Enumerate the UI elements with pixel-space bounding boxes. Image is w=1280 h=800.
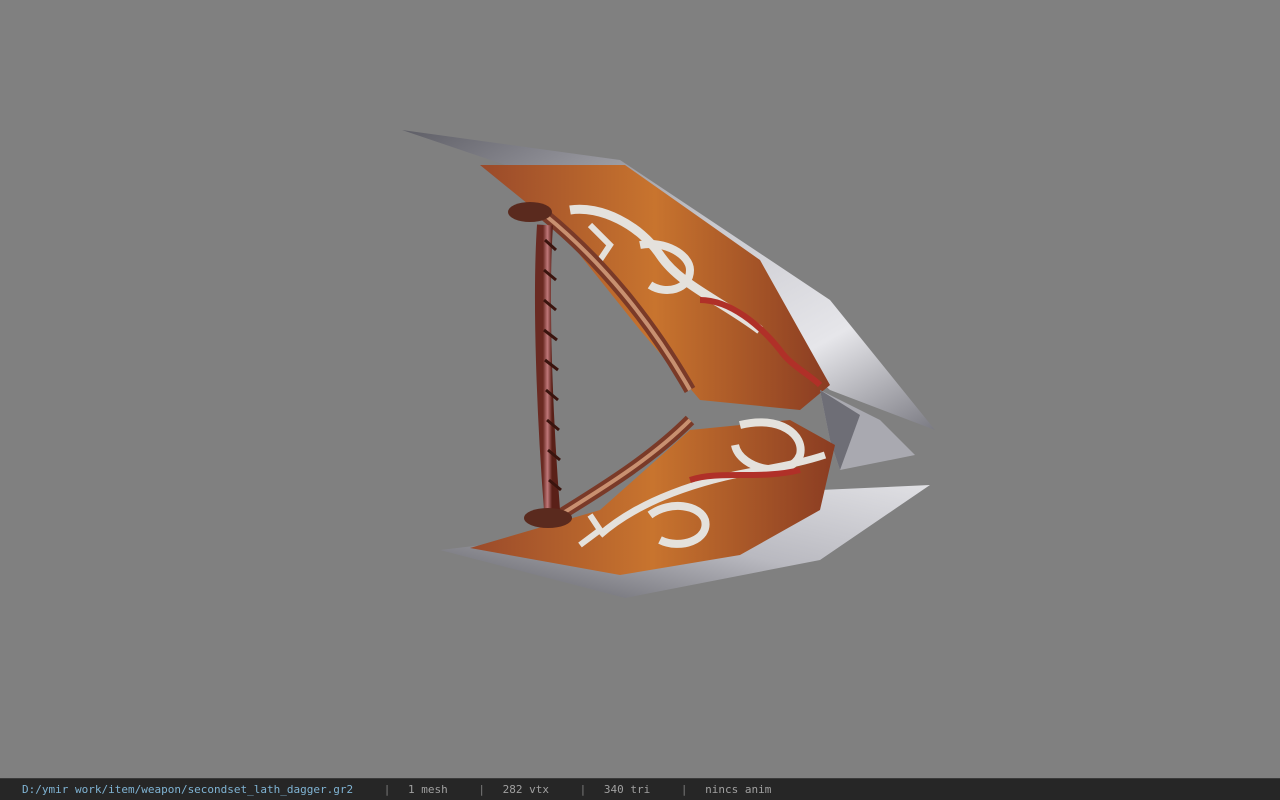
separator: | <box>579 783 587 796</box>
lath-dagger-model-icon <box>402 130 935 598</box>
separator: | <box>383 783 391 796</box>
model-file-path: D:/ymir work/item/weapon/secondset_lath_… <box>22 783 354 796</box>
triangle-count: 340 tri <box>603 783 651 796</box>
mesh-count: 1 mesh <box>408 783 448 796</box>
status-bar: D:/ymir work/item/weapon/secondset_lath_… <box>0 778 1280 800</box>
separator: | <box>680 783 688 796</box>
animation-status: nincs anim <box>705 783 772 796</box>
3d-viewport[interactable] <box>0 0 1280 778</box>
vertex-count: 282 vtx <box>502 783 549 796</box>
separator: | <box>478 783 486 796</box>
handle-icon <box>534 224 560 511</box>
